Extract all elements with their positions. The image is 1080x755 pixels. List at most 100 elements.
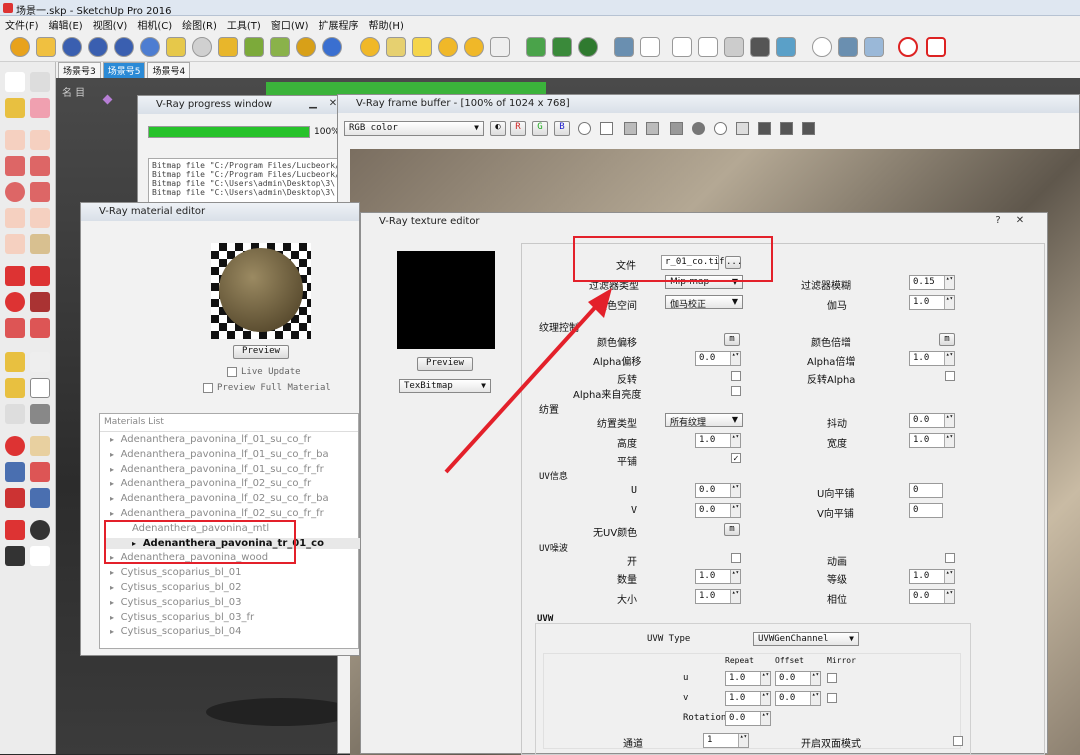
live-update-checkbox[interactable] [227, 367, 237, 377]
expand-icon[interactable]: ▸ [110, 450, 117, 459]
uvw-type-select[interactable]: UVWGenChannel ▼ [753, 632, 859, 646]
scale-icon[interactable] [5, 318, 25, 338]
material-list-item[interactable]: ▸ Adenanthera_pavonina_lf_01_su_co_fr_ba [110, 449, 329, 460]
cube-icon[interactable] [614, 37, 634, 57]
help-icon[interactable]: ? [991, 215, 1005, 227]
material-list-item[interactable]: ▸ Adenanthera_pavonina_lf_01_su_co_fr_fr [110, 464, 324, 475]
hidden-line-icon[interactable] [724, 37, 744, 57]
channel-select[interactable]: RGB color ▼ [344, 121, 484, 136]
rotated-rect-icon[interactable] [30, 156, 50, 176]
select-icon[interactable] [5, 72, 25, 92]
mono-icon[interactable] [600, 122, 613, 135]
material-list-item[interactable]: ▸ Adenanthera_pavonina_lf_01_su_co_fr [110, 434, 311, 445]
wireframe-icon[interactable] [698, 37, 718, 57]
pie-icon[interactable] [30, 234, 50, 254]
vray-material-icon[interactable] [10, 37, 30, 57]
save-all-icon[interactable] [646, 122, 659, 135]
arc3-icon[interactable] [5, 234, 25, 254]
history-icon[interactable] [758, 122, 771, 135]
omni-light-icon[interactable] [360, 37, 380, 57]
filter-blur-field[interactable]: 0.15 ▴▾ [909, 275, 955, 290]
jitter-field[interactable]: 0.0 ▴▾ [909, 413, 955, 428]
menu-window[interactable]: 窗口(W) [266, 16, 314, 33]
blue-channel-button[interactable]: B [554, 121, 570, 136]
protractor-icon[interactable] [5, 378, 25, 398]
textured-icon[interactable] [776, 37, 796, 57]
alpha-lum-checkbox[interactable] [731, 386, 741, 396]
material-list-item[interactable]: ▸ Cytisus_scoparius_bl_03 [110, 597, 242, 608]
rotate-icon[interactable] [5, 292, 25, 312]
height-field[interactable]: 1.0 ▴▾ [695, 433, 741, 448]
xray-icon[interactable] [672, 37, 692, 57]
polygon-icon[interactable] [30, 182, 50, 202]
expand-icon[interactable]: ▸ [110, 583, 117, 592]
gear-icon[interactable] [898, 37, 918, 57]
width-field[interactable]: 1.0 ▴▾ [909, 433, 955, 448]
render-icon[interactable] [62, 37, 82, 57]
u-tile-field[interactable]: 0 [909, 483, 943, 498]
v-mirror-checkbox[interactable] [827, 693, 837, 703]
menu-file[interactable]: 文件(F) [0, 16, 44, 33]
preview-full-checkbox[interactable] [203, 383, 213, 393]
pushpull-icon[interactable] [30, 266, 50, 286]
move-icon[interactable] [5, 266, 25, 286]
line-icon[interactable] [5, 130, 25, 150]
rotation-field[interactable]: 0.0 ▴▾ [725, 711, 771, 726]
help-icon[interactable] [140, 37, 160, 57]
alpha-mult-field[interactable]: 1.0 ▴▾ [909, 351, 955, 366]
pan-tool-icon[interactable] [30, 436, 50, 456]
sphere-light-icon[interactable] [464, 37, 484, 57]
invert-alpha-checkbox[interactable] [945, 371, 955, 381]
color-mult-map-button[interactable]: m [939, 333, 955, 346]
menu-camera[interactable]: 相机(C) [132, 16, 177, 33]
gamma-field[interactable]: 1.0 ▴▾ [909, 295, 955, 310]
size-field[interactable]: 1.0 ▴▾ [695, 589, 741, 604]
layers-icon[interactable] [552, 37, 572, 57]
material-list-item[interactable]: ▸ Adenanthera_pavonina_lf_02_su_co_fr [110, 478, 311, 489]
render-br-icon[interactable] [114, 37, 134, 57]
red-channel-button[interactable]: R [510, 121, 526, 136]
menu-view[interactable]: 视图(V) [88, 16, 133, 33]
scene-tab-3[interactable]: 场景号3 [58, 62, 101, 79]
material-list-item[interactable]: ▸ Adenanthera_pavonina_lf_02_su_co_fr_ba [110, 493, 329, 504]
material-list-item[interactable]: ▸ Adenanthera_pavonina_lf_02_su_co_fr_fr [110, 508, 324, 519]
v-field[interactable]: 0.0 ▴▾ [695, 503, 741, 518]
zoom-icon[interactable] [864, 37, 884, 57]
rectangle-icon[interactable] [5, 156, 25, 176]
materials-icon[interactable] [578, 37, 598, 57]
u-offset-field[interactable]: 0.0 ▴▾ [775, 671, 821, 686]
walk-icon[interactable] [5, 546, 25, 566]
alpha-offset-field[interactable]: 0.0 ▴▾ [695, 351, 741, 366]
u-repeat-field[interactable]: 1.0 ▴▾ [725, 671, 771, 686]
expand-icon[interactable]: ▸ [110, 435, 117, 444]
mesh-light-icon[interactable] [490, 37, 510, 57]
pan-icon[interactable] [838, 37, 858, 57]
scene-tab-4[interactable]: 场景号4 [147, 62, 191, 79]
arc-icon[interactable] [5, 208, 25, 228]
offset-icon[interactable] [30, 318, 50, 338]
grid-icon[interactable] [926, 37, 946, 57]
3d-text-icon[interactable] [30, 404, 50, 424]
circle-icon[interactable] [5, 182, 25, 202]
expand-icon[interactable]: ▸ [110, 509, 117, 518]
freehand-icon[interactable] [30, 130, 50, 150]
menu-extensions[interactable]: 扩展程序 [314, 16, 364, 33]
erase-pink-icon[interactable] [30, 98, 50, 118]
previous-icon[interactable] [30, 488, 50, 508]
clear-icon[interactable] [670, 122, 683, 135]
color-space-select[interactable]: 伽马校正 ▼ [665, 295, 743, 310]
expand-icon[interactable]: ▸ [110, 568, 117, 577]
v-repeat-field[interactable]: 1.0 ▴▾ [725, 691, 771, 706]
lens-icon[interactable] [780, 122, 793, 135]
paint-icon[interactable] [5, 98, 25, 118]
fur-icon[interactable] [270, 37, 290, 57]
minimize-icon[interactable]: ▁ [306, 98, 320, 110]
axes-icon[interactable] [5, 404, 25, 424]
color-offset-map-button[interactable]: m [724, 333, 740, 346]
count-field[interactable]: 1.0 ▴▾ [695, 569, 741, 584]
shaded-icon[interactable] [750, 37, 770, 57]
double-sided-checkbox[interactable] [953, 736, 963, 746]
scene-tab-5[interactable]: 场景号5 [102, 62, 146, 79]
look-around-icon[interactable] [30, 520, 50, 540]
dimension-icon[interactable] [30, 352, 50, 372]
